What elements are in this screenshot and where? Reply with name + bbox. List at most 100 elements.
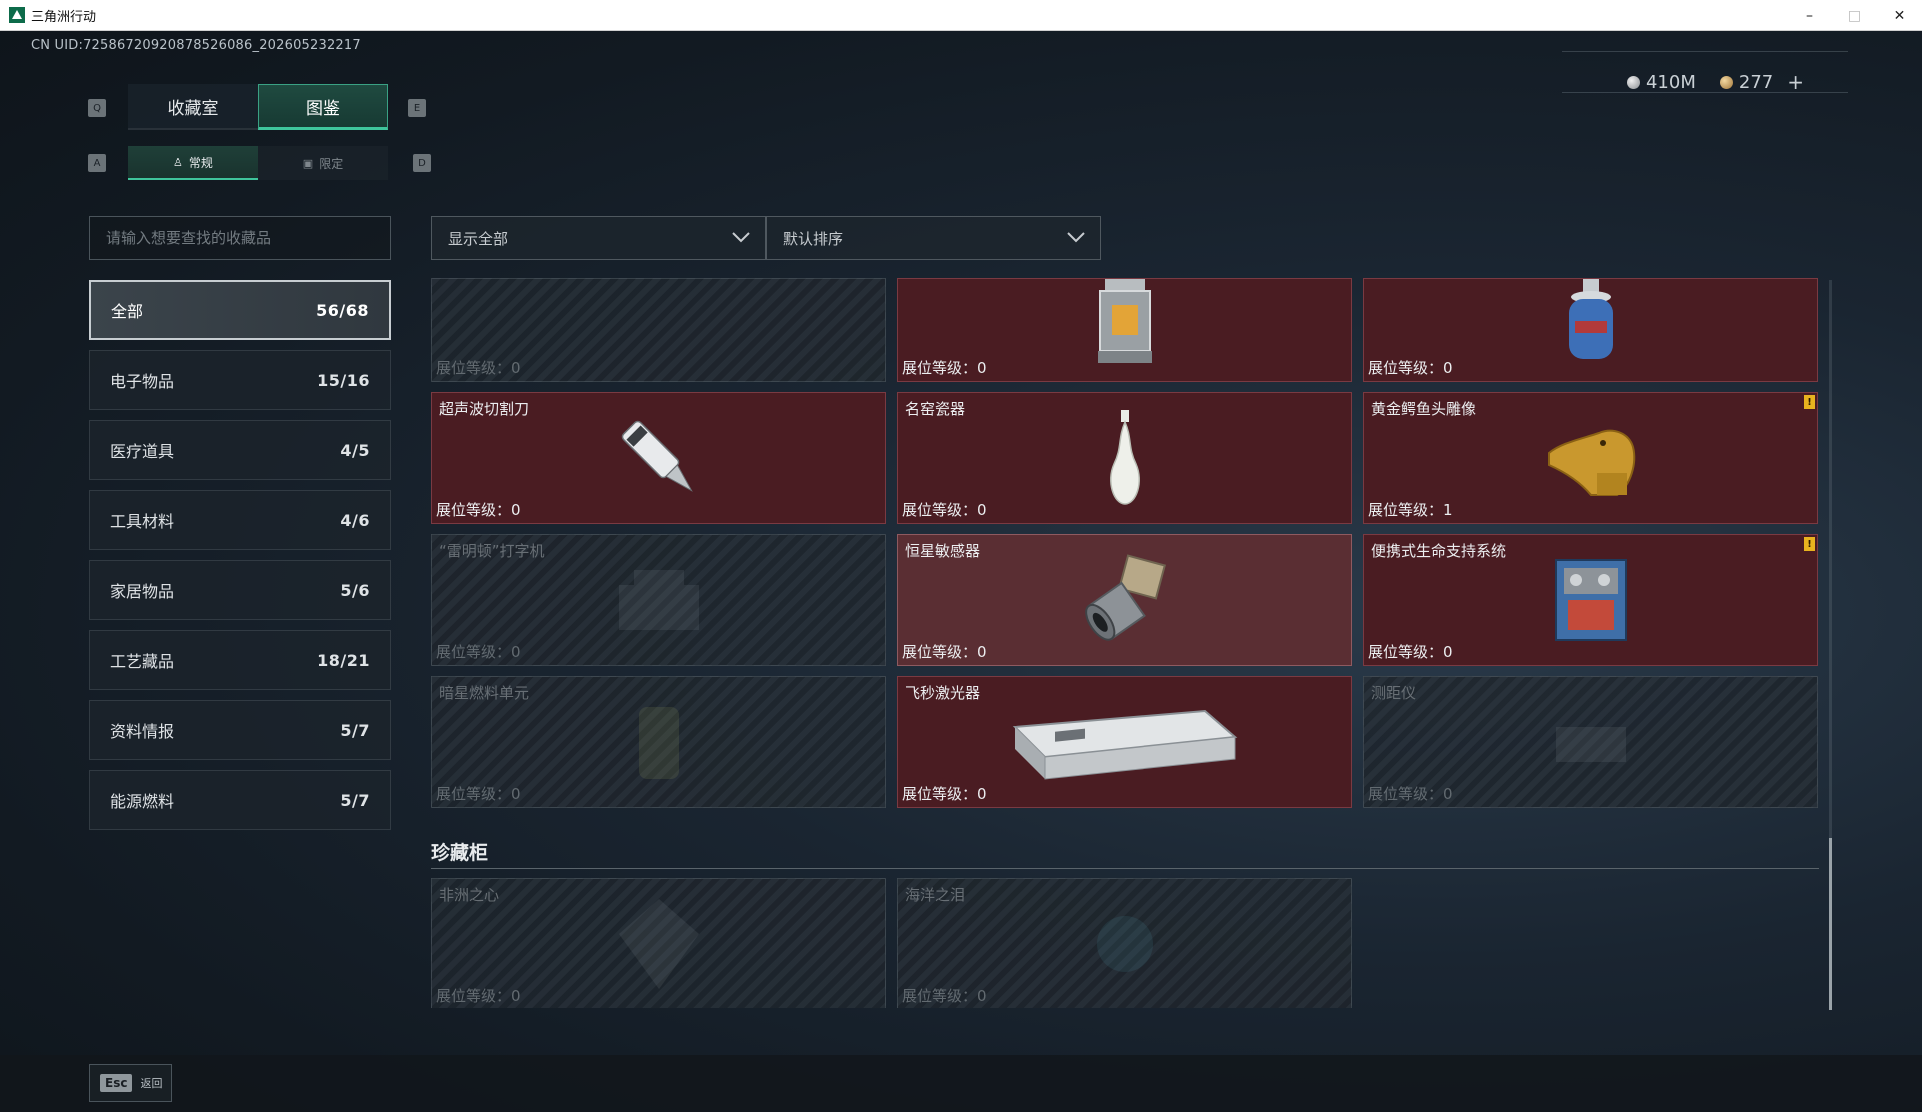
item-level: 展位等级：0 bbox=[902, 785, 987, 803]
item-level: 展位等级：0 bbox=[902, 643, 987, 661]
item-level: 展位等级：0 bbox=[1368, 643, 1453, 661]
category-label: 工具材料 bbox=[110, 512, 175, 531]
item-level: 展位等级：0 bbox=[436, 987, 521, 1005]
warning-badge-icon: ! bbox=[1804, 395, 1815, 409]
tab-codex[interactable]: 图鉴 bbox=[258, 84, 388, 130]
figure-icon: ♙ bbox=[173, 155, 183, 169]
item-name: 超声波切割刀 bbox=[439, 400, 530, 418]
item-name: 名窑瓷器 bbox=[905, 400, 966, 418]
gold-coin-icon bbox=[1719, 75, 1733, 89]
search-input[interactable] bbox=[106, 229, 390, 247]
item-grid: 展位等级：0 展位等级：0 展位等级：0 超声波切割刀 展位等级：0 名窑瓷器 … bbox=[431, 278, 1819, 1008]
category-household[interactable]: 家居物品 5/6 bbox=[89, 560, 391, 620]
chevron-down-icon bbox=[732, 232, 750, 243]
item-card[interactable]: 名窑瓷器 展位等级：0 bbox=[897, 392, 1352, 524]
item-level: 展位等级：0 bbox=[436, 643, 521, 661]
back-button[interactable]: Esc 返回 bbox=[89, 1064, 172, 1102]
key-hint-e: E bbox=[408, 99, 426, 117]
category-count: 4/5 bbox=[340, 440, 370, 460]
subtab-regular[interactable]: ♙ 常规 bbox=[128, 146, 258, 180]
item-card[interactable]: 便携式生命支持系统 ! 展位等级：0 bbox=[1363, 534, 1818, 666]
gem-icon bbox=[1096, 916, 1153, 972]
maximize-button[interactable]: □ bbox=[1832, 0, 1877, 31]
item-name: “雷明顿”打字机 bbox=[439, 542, 545, 560]
item-card[interactable]: 飞秒激光器 展位等级：0 bbox=[897, 676, 1352, 808]
category-crafts[interactable]: 工艺藏品 18/21 bbox=[89, 630, 391, 690]
item-card[interactable]: 黄金鳄鱼头雕像 ! 展位等级：1 bbox=[1363, 392, 1818, 524]
item-name: 测距仪 bbox=[1371, 684, 1417, 702]
app-logo-icon bbox=[9, 7, 25, 23]
item-card[interactable]: 暗星燃料单元 展位等级：0 bbox=[431, 676, 886, 808]
femtosecond-laser-icon bbox=[1012, 709, 1237, 780]
category-label: 能源燃料 bbox=[110, 792, 175, 811]
sub-tabs: ♙ 常规 ▣ 限定 bbox=[128, 146, 388, 180]
warning-badge-icon: ! bbox=[1804, 537, 1815, 551]
minimize-button[interactable]: – bbox=[1787, 0, 1832, 31]
esc-key-hint: Esc bbox=[100, 1074, 133, 1092]
life-support-icon bbox=[1554, 559, 1627, 641]
item-card[interactable]: 测距仪 展位等级：0 bbox=[1363, 676, 1818, 808]
treasure-section-title: 珍藏柜 bbox=[431, 842, 489, 864]
key-hint-a: A bbox=[88, 154, 106, 172]
filter-dropdown[interactable]: 显示全部 bbox=[431, 216, 766, 260]
category-count: 5/7 bbox=[340, 720, 370, 740]
diamond-icon bbox=[618, 899, 699, 989]
category-list: 全部 56/68 电子物品 15/16 医疗道具 4/5 工具材料 4/6 家居… bbox=[89, 280, 391, 840]
gold-crocodile-statue-icon bbox=[1547, 429, 1635, 496]
category-all[interactable]: 全部 56/68 bbox=[89, 280, 391, 340]
category-count: 4/6 bbox=[340, 510, 370, 530]
item-level: 展位等级：0 bbox=[436, 359, 521, 377]
item-card[interactable]: 超声波切割刀 展位等级：0 bbox=[431, 392, 886, 524]
category-count: 56/68 bbox=[316, 300, 369, 320]
hud-deco-line bbox=[1562, 51, 1848, 52]
gold-amount: 277 bbox=[1738, 71, 1774, 93]
item-level: 展位等级：0 bbox=[902, 501, 987, 519]
main-tabs: 收藏室 图鉴 bbox=[128, 84, 388, 130]
chevron-down-icon bbox=[1067, 232, 1085, 243]
section-divider bbox=[431, 868, 1819, 869]
footer-bar bbox=[0, 1055, 1922, 1112]
category-energy[interactable]: 能源燃料 5/7 bbox=[89, 770, 391, 830]
item-card[interactable]: “雷明顿”打字机 展位等级：0 bbox=[431, 534, 886, 666]
item-card[interactable]: 展位等级：0 bbox=[1363, 278, 1818, 382]
fuel-cell-icon bbox=[638, 707, 679, 779]
item-name: 非洲之心 bbox=[439, 886, 500, 904]
category-count: 15/16 bbox=[317, 370, 370, 390]
silver-amount: 410M bbox=[1645, 71, 1696, 93]
item-card[interactable]: 展位等级：0 bbox=[897, 278, 1352, 382]
subtab-limited-label: 限定 bbox=[319, 156, 344, 171]
category-count: 5/7 bbox=[340, 790, 370, 810]
category-electronics[interactable]: 电子物品 15/16 bbox=[89, 350, 391, 410]
image-icon: ▣ bbox=[302, 156, 314, 170]
item-name: 海洋之泪 bbox=[905, 886, 966, 904]
search-box bbox=[89, 216, 391, 260]
category-count: 5/6 bbox=[340, 580, 370, 600]
subtab-regular-label: 常规 bbox=[188, 155, 213, 170]
star-sensor-icon bbox=[1084, 554, 1166, 641]
close-button[interactable]: ✕ bbox=[1877, 0, 1922, 31]
item-level: 展位等级：0 bbox=[1368, 785, 1453, 803]
item-card[interactable]: 展位等级：0 bbox=[431, 278, 886, 382]
item-level: 展位等级：0 bbox=[902, 359, 987, 377]
item-card[interactable]: 恒星敏感器 展位等级：0 bbox=[897, 534, 1352, 666]
add-currency-button[interactable]: + bbox=[1787, 70, 1804, 94]
player-uid: CN UID:7258672092087852608​6_20260523221… bbox=[31, 38, 361, 53]
sort-dropdown[interactable]: 默认排序 bbox=[766, 216, 1101, 260]
window-controls: – □ ✕ bbox=[1787, 0, 1922, 31]
sort-dropdown-value: 默认排序 bbox=[783, 229, 844, 248]
item-level: 展位等级：0 bbox=[436, 785, 521, 803]
category-intel[interactable]: 资料情报 5/7 bbox=[89, 700, 391, 760]
treasure-card[interactable]: 非洲之心 展位等级：0 bbox=[431, 878, 886, 1008]
porcelain-vase-icon bbox=[1109, 410, 1140, 505]
item-name: 黄金鳄鱼头雕像 bbox=[1371, 400, 1477, 418]
treasure-card[interactable]: 海洋之泪 展位等级：0 bbox=[897, 878, 1352, 1008]
item-name: 暗星燃料单元 bbox=[439, 684, 530, 702]
window-title: 三角洲行动 bbox=[31, 9, 97, 25]
scrollbar-thumb[interactable] bbox=[1829, 838, 1832, 1010]
category-tools[interactable]: 工具材料 4/6 bbox=[89, 490, 391, 550]
tab-collection-room[interactable]: 收藏室 bbox=[128, 84, 258, 130]
category-label: 资料情报 bbox=[110, 722, 175, 741]
item-level: 展位等级：1 bbox=[1368, 501, 1453, 519]
category-medical[interactable]: 医疗道具 4/5 bbox=[89, 420, 391, 480]
subtab-limited[interactable]: ▣ 限定 bbox=[258, 146, 388, 180]
